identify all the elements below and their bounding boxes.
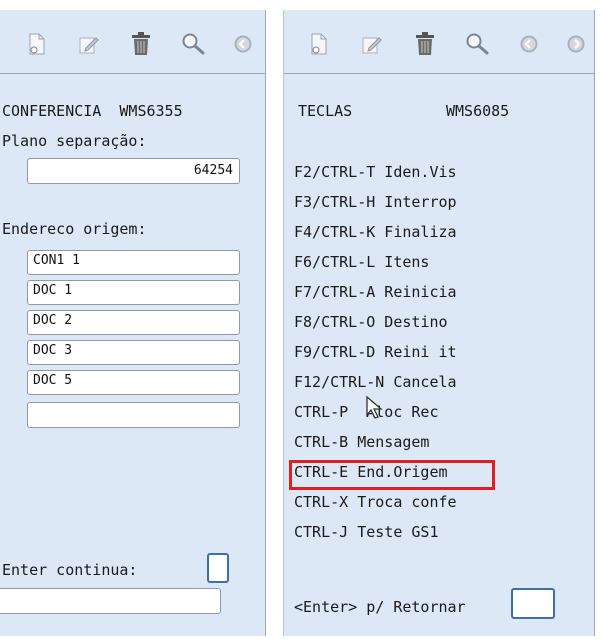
enter-continua-label: Enter continua: — [2, 561, 138, 579]
key-interrop: F3/CTRL-H Interrop — [294, 193, 457, 211]
trash-icon[interactable] — [128, 30, 154, 58]
plano-separacao-label: Plano separação: — [2, 132, 147, 150]
key-itens: F6/CTRL-L Itens — [294, 253, 430, 271]
back-icon[interactable] — [230, 30, 256, 58]
edit-icon[interactable] — [76, 30, 102, 58]
key-reinicia: F7/CTRL-A Reinicia — [294, 283, 457, 301]
search-icon[interactable] — [180, 30, 206, 58]
right-screen: TECLAS WMS6085 F2/CTRL-T Iden.Vis F3/CTR… — [283, 10, 595, 636]
key-destino: F8/CTRL-O Destino — [294, 313, 448, 331]
endereco-field-3[interactable]: DOC 2 — [27, 310, 240, 335]
left-toolbar — [0, 10, 265, 74]
key-finaliza: F4/CTRL-K Finaliza — [294, 223, 457, 241]
back-icon[interactable] — [516, 30, 542, 58]
endereco-field-1[interactable]: CON1 1 — [27, 250, 240, 275]
key-teste-gs1: CTRL-J Teste GS1 — [294, 523, 439, 541]
retornar-input[interactable] — [511, 588, 555, 619]
bottom-input[interactable] — [0, 588, 221, 614]
left-screen: CONFERENCIA WMS6355 Plano separação: 642… — [0, 10, 266, 636]
right-toolbar — [284, 10, 594, 74]
new-document-icon[interactable] — [306, 30, 332, 58]
endereco-field-2[interactable]: DOC 1 — [27, 280, 240, 305]
key-iden-vis: F2/CTRL-T Iden.Vis — [294, 163, 457, 181]
endereco-origem-label: Endereco origem: — [2, 220, 147, 238]
highlight-box — [289, 460, 495, 490]
key-cancela: F12/CTRL-N Cancela — [294, 373, 457, 391]
search-icon[interactable] — [464, 30, 490, 58]
program-code: WMS6085 — [446, 102, 510, 120]
edit-icon[interactable] — [359, 30, 385, 58]
key-mensagem: CTRL-B Mensagem — [294, 433, 430, 451]
key-troca-confe: CTRL-X Troca confe — [294, 493, 457, 511]
screen-title: CONFERENCIA WMS6355 — [2, 102, 183, 120]
endereco-field-5[interactable]: DOC 5 — [27, 370, 240, 395]
mouse-cursor-icon — [366, 395, 383, 419]
forward-icon[interactable] — [563, 30, 589, 58]
trash-icon[interactable] — [412, 30, 438, 58]
screen-title: TECLAS — [298, 102, 353, 120]
key-reini-it: F9/CTRL-D Reini it — [294, 343, 457, 361]
plano-separacao-field[interactable]: 64254 — [27, 158, 240, 184]
enter-continua-input[interactable] — [207, 553, 229, 583]
retornar-label: <Enter> p/ Retornar — [294, 598, 466, 616]
endereco-field-6[interactable] — [27, 402, 240, 428]
new-document-icon[interactable] — [24, 30, 50, 58]
endereco-field-4[interactable]: DOC 3 — [27, 340, 240, 365]
